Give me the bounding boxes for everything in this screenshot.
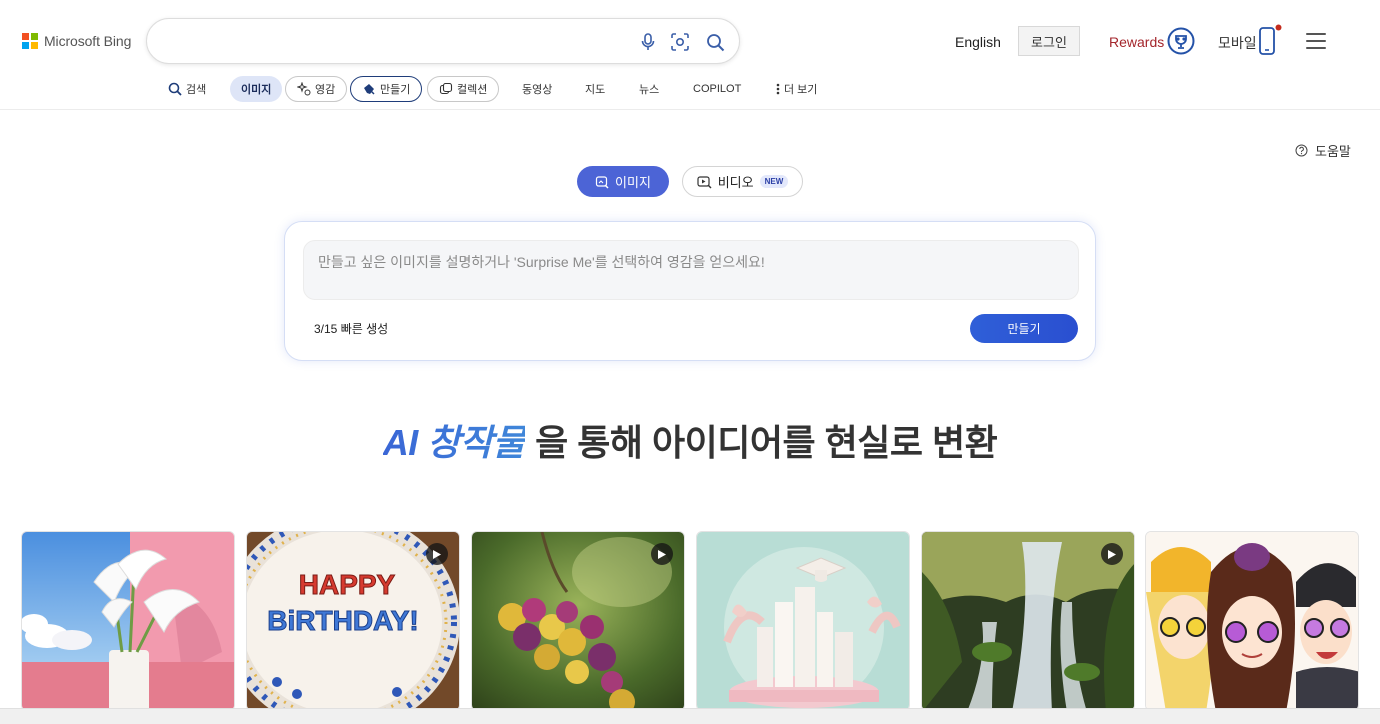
help-icon: [1295, 144, 1308, 157]
nav-label: 검색: [186, 84, 207, 96]
language-link[interactable]: English: [955, 34, 1001, 50]
new-badge: NEW: [759, 175, 789, 188]
creations-gallery: HAPPY BiRTHDAY!: [21, 531, 1359, 711]
header: Microsoft Bing English 로그인 Rewards 모바일 검…: [0, 0, 1380, 110]
more-vertical-icon: [776, 83, 780, 95]
create-card: 3/15 빠른 생성 만들기: [284, 221, 1096, 361]
cartoon-friends-image: [1146, 532, 1358, 710]
sparkle-icon: [297, 82, 311, 96]
menu-icon[interactable]: [1306, 33, 1326, 49]
search-icon[interactable]: [704, 31, 726, 53]
nav-item-collections[interactable]: 컬렉션: [427, 76, 500, 102]
footer-bar: [0, 708, 1380, 724]
nav-label: 컬렉션: [457, 84, 488, 96]
bing-logo[interactable]: Microsoft Bing: [22, 33, 131, 49]
gallery-tile[interactable]: [21, 531, 235, 711]
nav-item-search[interactable]: 검색: [157, 76, 217, 102]
visual-search-icon[interactable]: [669, 31, 691, 53]
cake-text-happy: HAPPY: [299, 569, 396, 600]
calla-lilies-image: [22, 532, 234, 710]
play-icon[interactable]: [1101, 543, 1123, 565]
image-create-icon: [595, 175, 609, 189]
logo-text: Microsoft Bing: [44, 33, 132, 49]
help-link[interactable]: 도움말: [1295, 141, 1351, 160]
prompt-input[interactable]: [318, 252, 1066, 292]
nav-item-news[interactable]: 뉴스: [628, 76, 670, 102]
gallery-tile[interactable]: HAPPY BiRTHDAY!: [246, 531, 460, 711]
tab-label: 비디오: [717, 175, 754, 190]
nav-item-copilot[interactable]: COPILOT: [682, 76, 752, 102]
search-icon: [168, 82, 182, 96]
prompt-box[interactable]: [303, 240, 1079, 300]
headline-rest: 을 통해 아이디어를 현실로 변환: [535, 422, 998, 463]
nav-item-images[interactable]: 이미지: [230, 76, 283, 102]
cake-text-birthday: BiRTHDAY!: [267, 605, 418, 636]
gallery-tile[interactable]: [1145, 531, 1359, 711]
nav-item-inspiration[interactable]: 영감: [285, 76, 348, 102]
login-button[interactable]: 로그인: [1018, 26, 1080, 56]
nav-label: 지도: [585, 84, 606, 96]
nav-label: 영감: [315, 84, 336, 96]
nav-label: 뉴스: [639, 84, 660, 96]
gallery-tile[interactable]: [471, 531, 685, 711]
nav-label: 더 보기: [784, 84, 818, 96]
page-headline: AI 창작물 을 통해 아이디어를 현실로 변환: [0, 414, 1380, 466]
headline-accent: AI 창작물: [382, 422, 526, 463]
gallery-tile[interactable]: [696, 531, 910, 711]
nav-item-maps[interactable]: 지도: [574, 76, 616, 102]
collections-icon: [439, 82, 453, 95]
paper-city-graduation-image: [697, 532, 909, 710]
help-label: 도움말: [1315, 144, 1351, 159]
create-button[interactable]: 만들기: [970, 314, 1078, 343]
tab-label: 이미지: [615, 175, 651, 190]
mobile-link[interactable]: 모바일: [1218, 33, 1257, 53]
tab-video[interactable]: 비디오 NEW: [682, 166, 803, 197]
play-icon[interactable]: [651, 543, 673, 565]
brush-icon: [364, 84, 375, 95]
scope-nav: 검색 이미지 영감 만들기 컬렉션 동영상 지도 뉴스 COPILOT 더 보기: [0, 76, 1000, 104]
tab-image[interactable]: 이미지: [577, 166, 669, 197]
play-icon[interactable]: [426, 543, 448, 565]
mobile-phone-icon[interactable]: [1258, 24, 1284, 56]
nav-label: 동영상: [522, 84, 553, 96]
search-box[interactable]: [146, 18, 740, 64]
rewards-trophy-icon[interactable]: [1167, 27, 1195, 55]
nav-item-videos[interactable]: 동영상: [511, 76, 563, 102]
search-input[interactable]: [165, 29, 635, 55]
nav-item-create[interactable]: 만들기: [350, 76, 423, 102]
nav-label: 만들기: [380, 84, 411, 96]
video-create-icon: [697, 175, 712, 188]
nav-label: COPILOT: [693, 83, 742, 95]
microphone-icon[interactable]: [637, 31, 659, 53]
rewards-link[interactable]: Rewards: [1109, 34, 1164, 50]
boost-counter: 3/15 빠른 생성: [314, 322, 389, 336]
gallery-tile[interactable]: [921, 531, 1135, 711]
nav-label: 이미지: [241, 84, 272, 96]
nav-item-more[interactable]: 더 보기: [765, 76, 828, 102]
microsoft-logo-icon: [22, 33, 38, 49]
